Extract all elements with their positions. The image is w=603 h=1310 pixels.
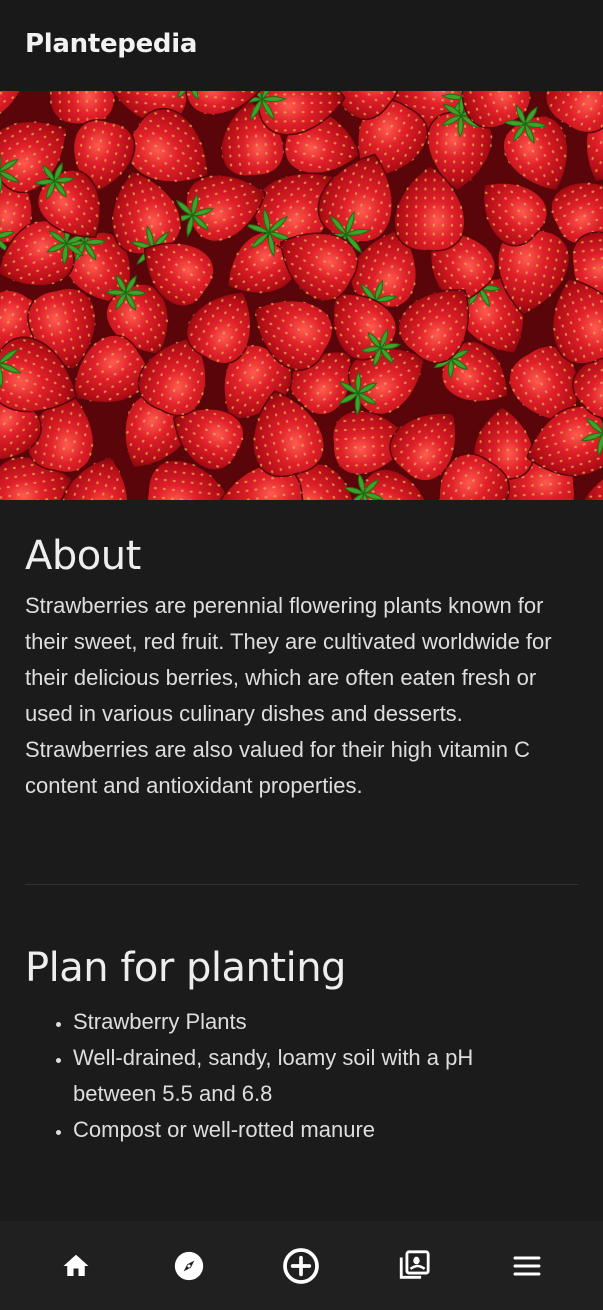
compass-icon [174,1251,204,1280]
section-divider [25,884,578,885]
list-item: Well-drained, sandy, loamy soil with a p… [73,1040,533,1112]
about-text: Strawberries are perennial flowering pla… [25,593,552,798]
nav-add-button[interactable] [271,1236,331,1296]
nav-explore-button[interactable] [159,1236,219,1296]
nav-home-button[interactable] [46,1236,106,1296]
menu-icon [513,1256,541,1275]
app-title: Plantepedia [25,28,198,59]
app-screen: Plantepedia About Strawberries are peren [0,0,603,1310]
list-item: Strawberry Plants [73,1004,533,1040]
plan-title: Plan for planting [25,945,346,991]
top-app-bar: Plantepedia [0,0,603,91]
about-section: About Strawberries are perennial floweri… [25,530,578,804]
nav-collection-button[interactable] [384,1236,444,1296]
plant-details: About Strawberries are perennial floweri… [0,500,603,1148]
collection-icon [399,1249,430,1279]
hero-image [0,91,603,500]
about-title: About [25,533,141,579]
nav-menu-button[interactable] [497,1236,557,1296]
list-item: Compost or well-rotted manure [73,1112,533,1148]
plan-section: Plan for planting Strawberry Plants Well… [25,942,578,1148]
home-icon [63,1254,89,1276]
add-circle-icon [283,1247,320,1284]
bottom-navigation [0,1221,603,1310]
strawberries-image [0,91,603,500]
plan-list: Strawberry Plants Well-drained, sandy, l… [25,1004,578,1148]
